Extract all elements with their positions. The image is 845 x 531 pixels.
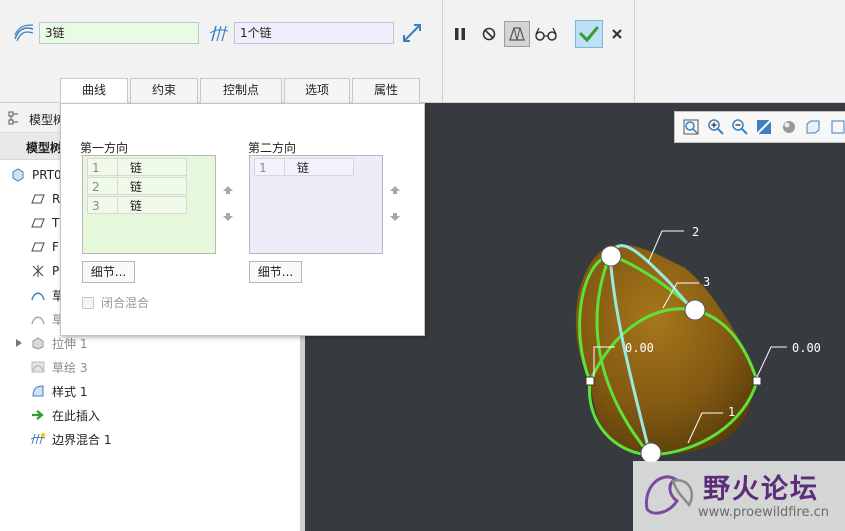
tangency-marker	[585, 376, 595, 386]
list-item-number: 1	[87, 158, 117, 176]
geometry-preview-button[interactable]	[504, 21, 530, 47]
viewport-label: 0.00	[792, 341, 821, 355]
sketch-icon	[30, 311, 46, 327]
second-direction-title: 第二方向	[248, 141, 297, 155]
tab-curves[interactable]: 曲线	[60, 78, 128, 104]
coordinate-system-icon	[30, 263, 46, 279]
arrow-down-icon	[390, 213, 400, 221]
tree-item-label: 样式 1	[52, 384, 88, 399]
watermark-logo-icon	[644, 475, 694, 515]
tree-item-label: 在此插入	[52, 408, 101, 423]
second-direction-details-button[interactable]: 细节...	[249, 261, 302, 283]
move-down-button[interactable]	[388, 210, 402, 224]
list-item-number: 1	[254, 158, 284, 176]
closed-blend-checkbox[interactable]	[82, 296, 94, 309]
tree-item-label: 拉伸 1	[52, 336, 88, 351]
swap-direction-icon[interactable]	[400, 22, 424, 44]
datum-plane-icon	[30, 239, 46, 255]
tab-properties[interactable]: 属性	[352, 78, 420, 103]
datum-plane-icon	[30, 215, 46, 231]
sketch-icon	[30, 359, 46, 375]
first-direction-field[interactable]: 3链	[39, 22, 199, 44]
watermark-text: 野火论坛	[703, 474, 819, 505]
list-item-label: 链	[117, 158, 187, 176]
tree-item-label: P	[52, 264, 60, 278]
arrow-down-icon	[223, 213, 233, 221]
viewport-label: 3	[703, 275, 710, 289]
no-entry-icon	[482, 27, 496, 41]
second-direction-field[interactable]: 1个链	[234, 22, 394, 44]
no-preview-button[interactable]	[476, 21, 502, 47]
part-icon	[10, 167, 26, 183]
model-tree-column-title[interactable]: 模型树	[26, 139, 62, 156]
arrow-up-icon	[223, 186, 233, 194]
tree-item-insert-here[interactable]: 在此插入	[30, 403, 330, 427]
list-item[interactable]: 2 链	[87, 177, 187, 195]
model-tree-icon[interactable]	[8, 111, 22, 128]
tangency-marker	[752, 376, 762, 386]
chain-marker	[600, 245, 622, 267]
close-icon	[612, 29, 622, 39]
insert-arrow-icon	[30, 407, 46, 423]
arrow-up-icon	[390, 186, 400, 194]
extrude-icon	[30, 335, 46, 351]
move-up-button[interactable]	[388, 183, 402, 197]
tree-item-style[interactable]: 样式 1	[30, 379, 330, 403]
tab-control-points[interactable]: 控制点	[200, 78, 282, 103]
tree-item-boundary-blend[interactable]: 边界混合 1	[30, 427, 330, 451]
datum-plane-icon	[30, 191, 46, 207]
list-item-label: 链	[284, 158, 354, 176]
viewport-label: 0.00	[625, 341, 654, 355]
expand-arrow-icon[interactable]	[14, 335, 24, 351]
verify-preview-button[interactable]	[533, 21, 559, 47]
list-item[interactable]: 1 链	[87, 158, 187, 176]
chain-marker	[640, 442, 662, 464]
tree-item-label: 边界混合 1	[52, 432, 112, 447]
ribbon-separator	[442, 0, 443, 103]
curves-panel: 第一方向 1 链 2 链 3 链 细节... 第二方向 1 链 细节... 闭合…	[60, 103, 425, 336]
style-icon	[30, 383, 46, 399]
leader-0-right	[756, 346, 787, 378]
closed-blend-label: 闭合混合	[101, 296, 150, 310]
list-item-label: 链	[117, 196, 187, 214]
tree-item-label: PRT0	[32, 168, 62, 182]
pause-icon	[455, 28, 465, 40]
chain-marker	[684, 299, 706, 321]
second-direction-chain-list[interactable]: 1 链	[249, 155, 383, 254]
pause-button[interactable]	[447, 21, 473, 47]
watermark-url: www.proewildfire.cn	[698, 505, 829, 520]
viewport-label: 2	[692, 225, 699, 239]
move-up-button[interactable]	[221, 183, 235, 197]
tree-item-label: T	[52, 216, 60, 230]
list-item-number: 3	[87, 196, 117, 214]
viewport-label: 1	[728, 405, 735, 419]
sketch-icon	[30, 287, 46, 303]
first-direction-chain-list[interactable]: 1 链 2 链 3 链	[82, 155, 216, 254]
checkmark-icon	[579, 26, 599, 43]
first-direction-details-button[interactable]: 细节...	[82, 261, 135, 283]
closed-blend-option: 闭合混合	[82, 294, 149, 311]
list-item[interactable]: 3 链	[87, 196, 187, 214]
list-item[interactable]: 1 链	[254, 158, 354, 176]
move-down-button[interactable]	[221, 210, 235, 224]
tree-item-label: F	[52, 240, 59, 254]
cancel-button[interactable]	[604, 21, 630, 47]
boundary-blend-icon	[30, 431, 46, 447]
tab-constraints[interactable]: 约束	[130, 78, 198, 103]
tab-options[interactable]: 选项	[284, 78, 350, 103]
ribbon-separator	[634, 0, 635, 103]
dashboard-tabs: 曲线 约束 控制点 选项 属性	[60, 78, 422, 104]
glasses-icon	[535, 27, 557, 41]
list-item-number: 2	[87, 177, 117, 195]
list-item-label: 链	[117, 177, 187, 195]
tree-item-sketch[interactable]: 草绘 3	[30, 355, 330, 379]
first-direction-title: 第一方向	[80, 141, 129, 155]
second-direction-icon[interactable]	[207, 22, 231, 44]
tree-item-label: 草绘 3	[52, 360, 88, 375]
geometry-preview-icon	[509, 27, 525, 41]
ok-button[interactable]	[575, 20, 603, 48]
first-direction-icon[interactable]	[12, 22, 36, 44]
